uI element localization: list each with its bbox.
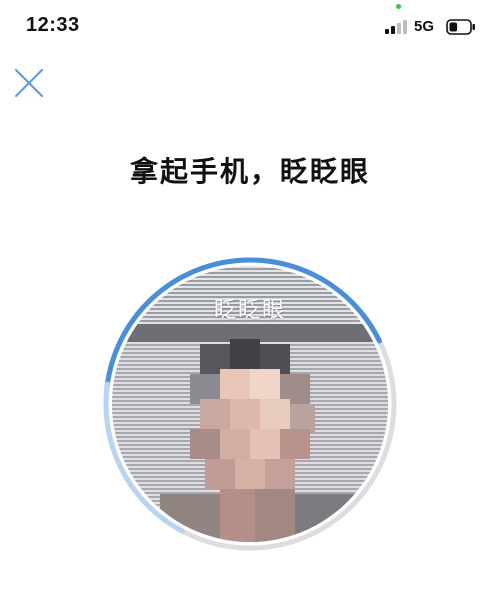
status-time: 12:33 xyxy=(26,14,80,36)
blink-prompt: 眨眨眼 xyxy=(213,298,286,323)
privacy-indicator-dot xyxy=(396,4,401,9)
close-icon[interactable] xyxy=(12,66,46,100)
signal-bars-icon xyxy=(385,20,407,34)
face-verification-screen: 12:33 5G 拿起手机，眨眨眼 眨眨眼 xyxy=(0,0,500,592)
battery-icon xyxy=(446,19,475,35)
network-type: 5G xyxy=(414,18,435,35)
instruction-title: 拿起手机，眨眨眼 xyxy=(129,155,370,188)
